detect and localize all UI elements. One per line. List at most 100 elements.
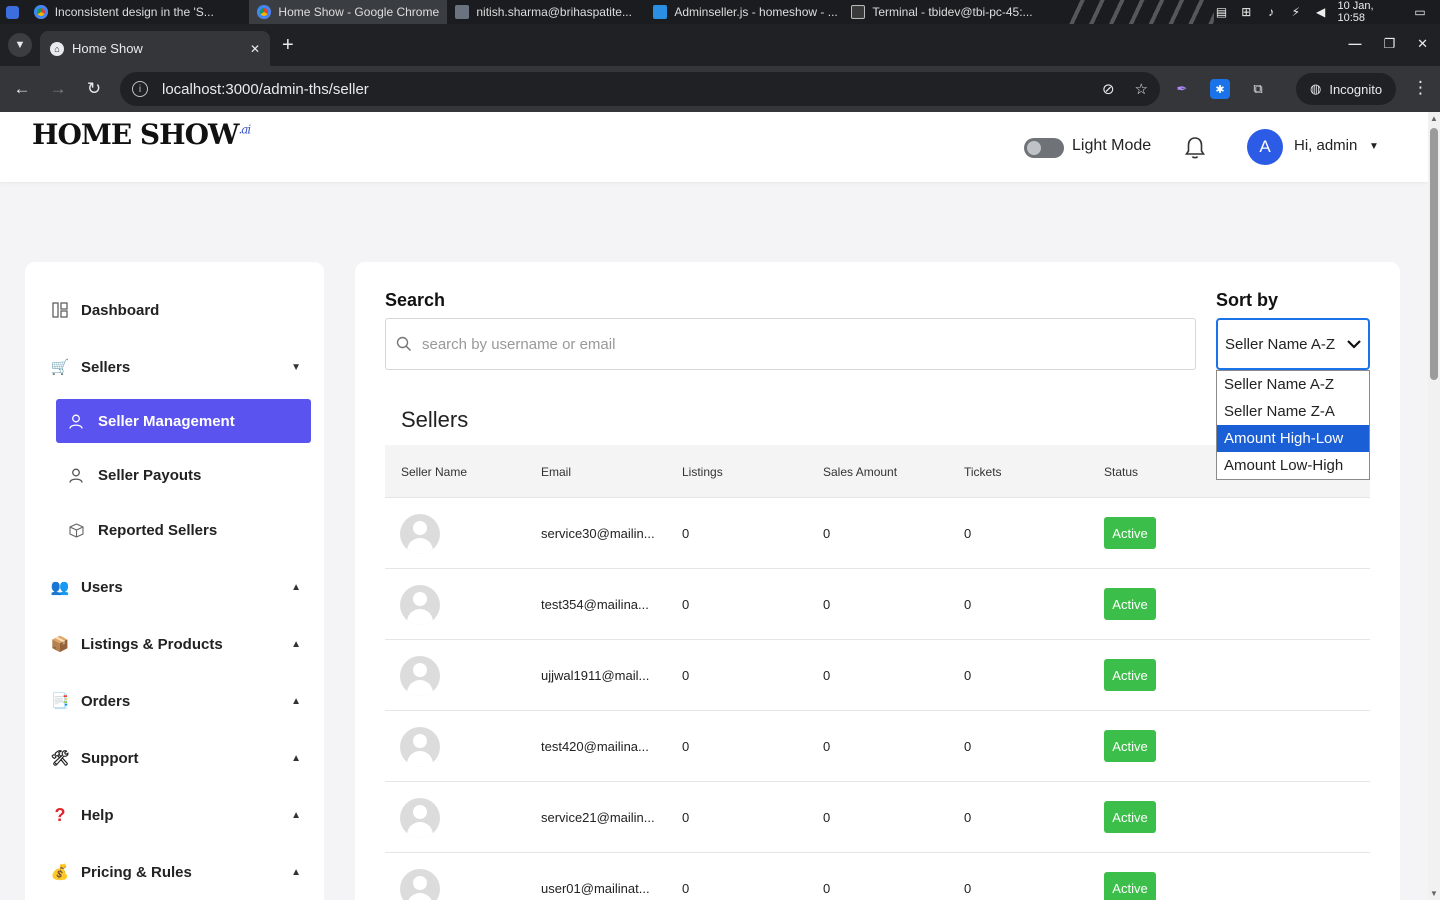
chrome-icon (257, 5, 272, 19)
user-greeting[interactable]: Hi, admin (1294, 137, 1357, 154)
package-icon: 📦 (50, 636, 70, 653)
caret-down-icon[interactable]: ▼ (1369, 141, 1379, 152)
taskbar-item-mail[interactable]: nitish.sharma@brihaspatite... (447, 0, 645, 24)
notification-icon[interactable]: ♪ (1263, 5, 1279, 19)
col-listings[interactable]: Listings (682, 465, 723, 479)
status-badge[interactable]: Active (1104, 659, 1156, 691)
power-icon[interactable]: ⚡ (1288, 5, 1304, 19)
sidebar-item-orders[interactable]: 📑 Orders ▲ (49, 688, 301, 714)
tab-title: Home Show (72, 41, 143, 56)
taskbar-item-terminal[interactable]: Terminal - tbidev@tbi-pc-45:... (843, 0, 1037, 24)
browser-tab-home-show[interactable]: ⌂ Home Show ✕ (40, 31, 270, 66)
network-icon[interactable]: ⊞ (1238, 5, 1254, 19)
bell-icon[interactable] (1183, 135, 1207, 161)
home-show-logo[interactable]: HOME SHOW.ai (32, 118, 251, 151)
col-tickets[interactable]: Tickets (964, 465, 1002, 479)
page: HOME SHOW.ai Light Mode A Hi, admin ▼ Da… (0, 112, 1428, 900)
status-badge[interactable]: Active (1104, 730, 1156, 762)
caret-up-icon: ▲ (291, 638, 301, 650)
taskbar-item-vscode[interactable]: Adminseller.js - homeshow - ... (645, 0, 843, 24)
sidebar-item-sellers[interactable]: 🛒 Sellers ▼ (49, 354, 301, 380)
table-row[interactable]: service30@mailin... 0 0 0 Active (385, 498, 1370, 569)
sidebar-item-dashboard[interactable]: Dashboard (49, 297, 301, 323)
search-input[interactable] (422, 335, 1122, 353)
light-mode-label: Light Mode (1072, 137, 1152, 154)
sort-option-name-asc[interactable]: Seller Name A-Z (1217, 371, 1369, 398)
table-row[interactable]: test420@mailina... 0 0 0 Active (385, 711, 1370, 782)
reload-icon[interactable]: ↻ (76, 79, 112, 99)
back-icon[interactable]: ← (4, 79, 40, 99)
sort-option-name-desc[interactable]: Seller Name Z-A (1217, 398, 1369, 425)
table-row[interactable]: test354@mailina... 0 0 0 Active (385, 569, 1370, 640)
sellers-heading: Sellers (401, 407, 469, 432)
sidebar-item-reported-sellers[interactable]: Reported Sellers (56, 508, 311, 552)
feather-extension-icon[interactable]: ✒ (1172, 79, 1192, 99)
close-window-icon[interactable]: ✕ (1417, 36, 1428, 52)
sidebar-item-seller-management[interactable]: Seller Management (56, 399, 311, 443)
search-icon (396, 336, 412, 352)
eye-slash-icon[interactable]: ⊘ (1102, 80, 1115, 98)
status-badge[interactable]: Active (1104, 517, 1156, 549)
taskbar-item-chrome-2[interactable]: Home Show - Google Chrome (249, 0, 448, 24)
shopping-cart-icon: 🛒 (50, 359, 70, 376)
status-badge[interactable]: Active (1104, 588, 1156, 620)
address-bar[interactable]: i localhost:3000/admin-ths/seller ⊘ ☆ (120, 72, 1160, 106)
col-seller-name[interactable]: Seller Name (401, 465, 467, 479)
col-email[interactable]: Email (541, 465, 571, 479)
react-devtools-icon[interactable]: ✱ (1210, 79, 1230, 99)
table-row[interactable]: service21@mailin... 0 0 0 Active (385, 782, 1370, 853)
sidebar-item-pricing[interactable]: 💰 Pricing & Rules ▲ (49, 859, 301, 885)
url-text[interactable]: localhost:3000/admin-ths/seller (162, 81, 369, 98)
row-tickets: 0 (964, 668, 972, 683)
forward-icon[interactable]: → (40, 79, 76, 99)
maximize-icon[interactable]: ❐ (1383, 36, 1395, 52)
table-row[interactable]: ujjwal1911@mail... 0 0 0 Active (385, 640, 1370, 711)
col-status[interactable]: Status (1104, 465, 1138, 479)
browser-menu-icon[interactable]: ⋮ (1412, 78, 1429, 98)
taskbar-item-chrome-1[interactable]: Inconsistent design in the 'S... (26, 0, 250, 24)
receipt-icon: 📑 (50, 693, 70, 710)
sort-select[interactable]: Seller Name A-Z (1216, 318, 1370, 370)
col-sales-amount[interactable]: Sales Amount (823, 465, 897, 479)
notes-icon[interactable]: ▤ (1214, 5, 1230, 19)
page-scrollbar[interactable]: ▲ ▼ (1428, 112, 1440, 900)
tab-search-button[interactable]: ▼ (8, 33, 32, 57)
scroll-up-icon[interactable]: ▲ (1430, 114, 1438, 123)
minimize-icon[interactable]: — (1348, 36, 1361, 52)
theme-toggle[interactable] (1024, 138, 1064, 158)
sidebar-item-listings[interactable]: 📦 Listings & Products ▲ (49, 631, 301, 657)
clock[interactable]: 10 Jan, 10:58 (1338, 0, 1404, 24)
status-badge[interactable]: Active (1104, 801, 1156, 833)
extensions: ✒ ✱ ⧉ (1172, 79, 1268, 99)
os-menu-button[interactable] (0, 0, 26, 24)
row-sales: 0 (823, 526, 831, 541)
dashboard-icon (49, 300, 71, 320)
puzzle-extensions-icon[interactable]: ⧉ (1248, 79, 1268, 99)
sidebar-item-support[interactable]: 🛠 Support ▲ (49, 745, 301, 771)
scroll-down-icon[interactable]: ▼ (1430, 889, 1438, 898)
table-row[interactable]: user01@mailinat... 0 0 0 Active (385, 853, 1370, 900)
sort-option-amount-desc[interactable]: Amount High-Low (1217, 425, 1369, 452)
question-icon: ? (54, 804, 66, 825)
site-info-icon[interactable]: i (132, 81, 148, 97)
row-listings: 0 (682, 526, 690, 541)
search-field[interactable] (385, 318, 1196, 370)
chevron-down-icon (1347, 340, 1361, 349)
volume-icon[interactable]: ◀ (1313, 5, 1329, 19)
incognito-badge[interactable]: ◍ Incognito (1296, 73, 1397, 105)
sidebar-item-seller-payouts[interactable]: Seller Payouts (56, 453, 311, 497)
status-badge[interactable]: Active (1104, 872, 1156, 900)
main-content: Search Sort by Seller Name A-Z Sellers S… (355, 262, 1400, 900)
show-desktop-icon[interactable]: ▭ (1412, 5, 1428, 19)
scrollbar-thumb[interactable] (1430, 128, 1438, 380)
sort-option-amount-asc[interactable]: Amount Low-High (1217, 452, 1369, 479)
new-tab-button[interactable]: + (282, 33, 294, 57)
app-header: HOME SHOW.ai Light Mode A Hi, admin ▼ (0, 112, 1428, 182)
row-listings: 0 (682, 668, 690, 683)
sellers-table: Seller Name Email Listings Sales Amount … (385, 445, 1370, 900)
bookmark-star-icon[interactable]: ☆ (1135, 80, 1148, 98)
sidebar-item-help[interactable]: ? Help ▲ (49, 802, 302, 828)
close-tab-icon[interactable]: ✕ (250, 42, 260, 56)
user-avatar[interactable]: A (1247, 129, 1283, 165)
sidebar-item-users[interactable]: 👥 Users ▲ (49, 574, 301, 600)
